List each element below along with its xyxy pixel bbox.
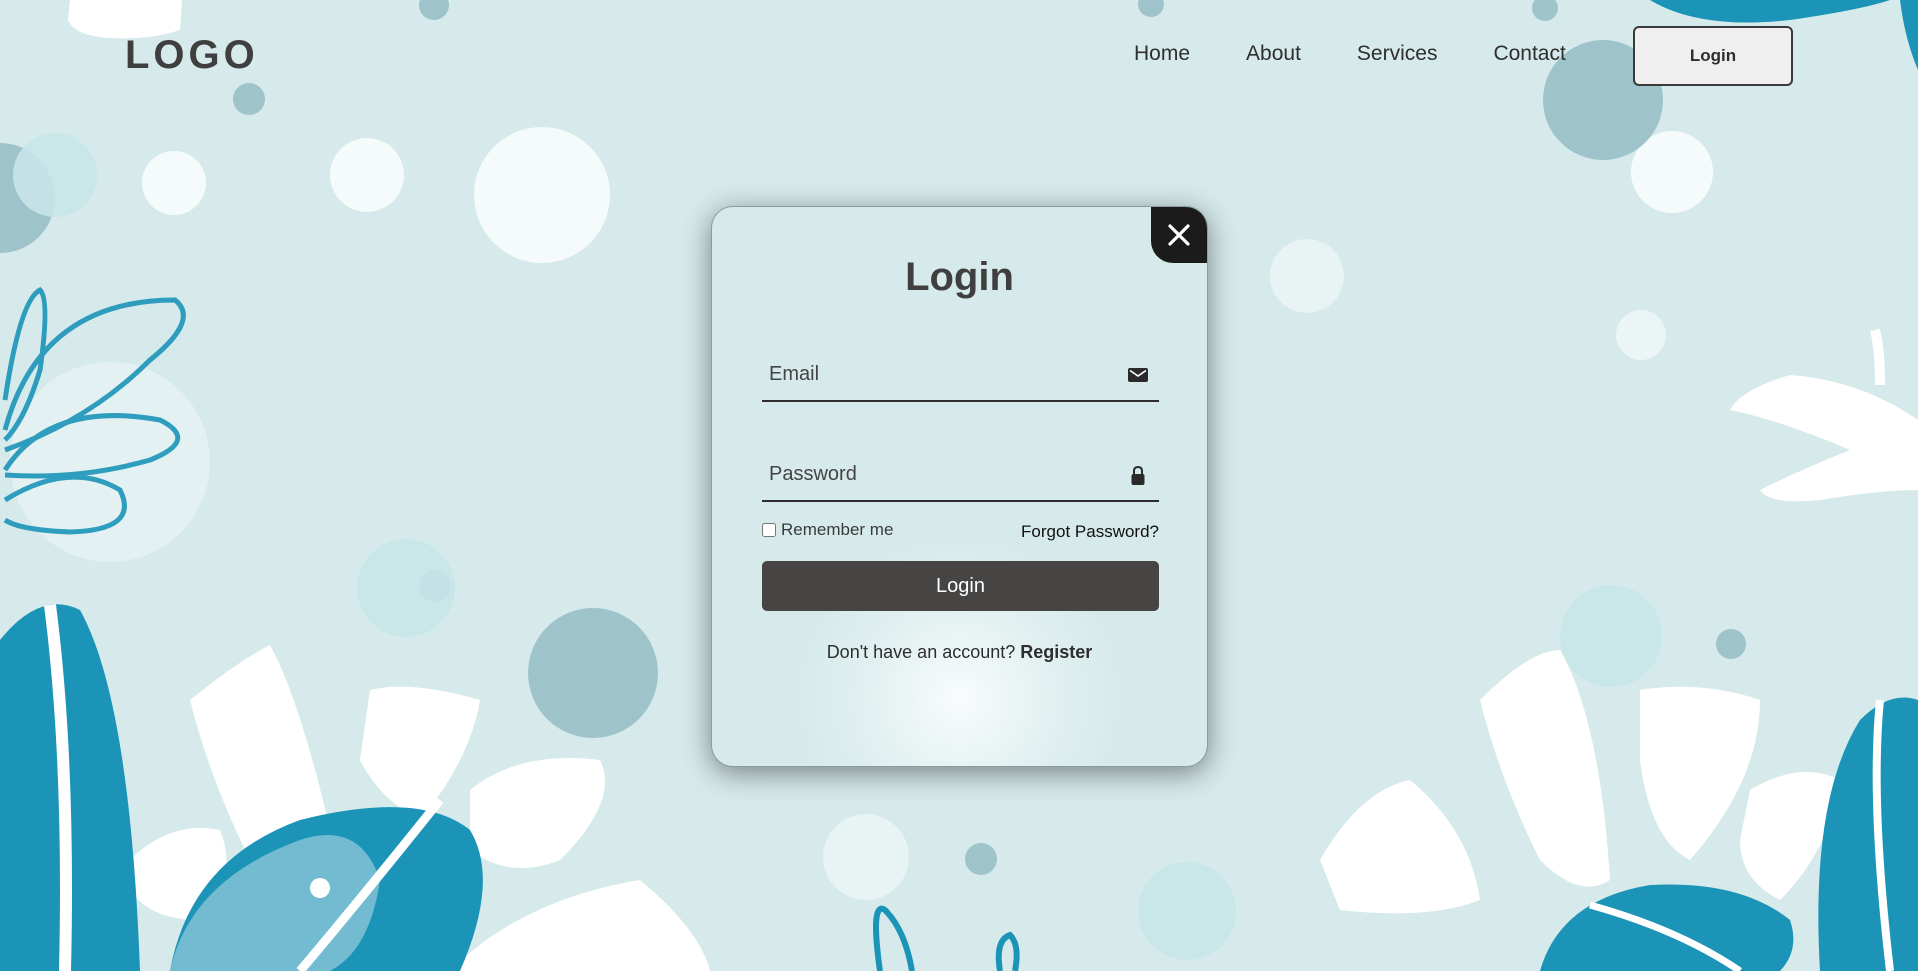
remember-me-checkbox[interactable]: [762, 523, 776, 537]
header-login-button[interactable]: Login: [1633, 26, 1793, 86]
nav-contact[interactable]: Contact: [1493, 42, 1565, 66]
login-modal: Login Remember me Forgot Password? Login: [711, 206, 1208, 767]
nav-services[interactable]: Services: [1357, 42, 1438, 66]
email-input[interactable]: [762, 350, 1112, 398]
email-field-wrapper: [762, 350, 1159, 402]
nav-home[interactable]: Home: [1134, 42, 1190, 66]
main-nav: Home About Services Contact: [1134, 42, 1566, 66]
nav-about[interactable]: About: [1246, 42, 1301, 66]
close-icon: [1168, 224, 1190, 246]
envelope-icon: [1128, 368, 1148, 382]
register-prompt-text: Don't have an account?: [826, 642, 1021, 662]
register-prompt-line: Don't have an account? Register: [712, 642, 1207, 663]
password-input[interactable]: [762, 450, 1112, 498]
password-field-wrapper: [762, 450, 1159, 502]
modal-title: Login: [905, 255, 1014, 299]
logo[interactable]: LOGO: [125, 33, 259, 78]
remember-me[interactable]: Remember me: [762, 520, 893, 540]
lock-icon: [1131, 465, 1145, 485]
page: LOGO Home About Services Contact Login L…: [0, 0, 1918, 971]
remember-me-label: Remember me: [781, 520, 894, 539]
login-options: Remember me Forgot Password?: [762, 520, 1159, 544]
register-link[interactable]: Register: [1020, 642, 1092, 662]
forgot-password-link[interactable]: Forgot Password?: [1021, 522, 1159, 542]
login-submit-button[interactable]: Login: [762, 561, 1159, 611]
